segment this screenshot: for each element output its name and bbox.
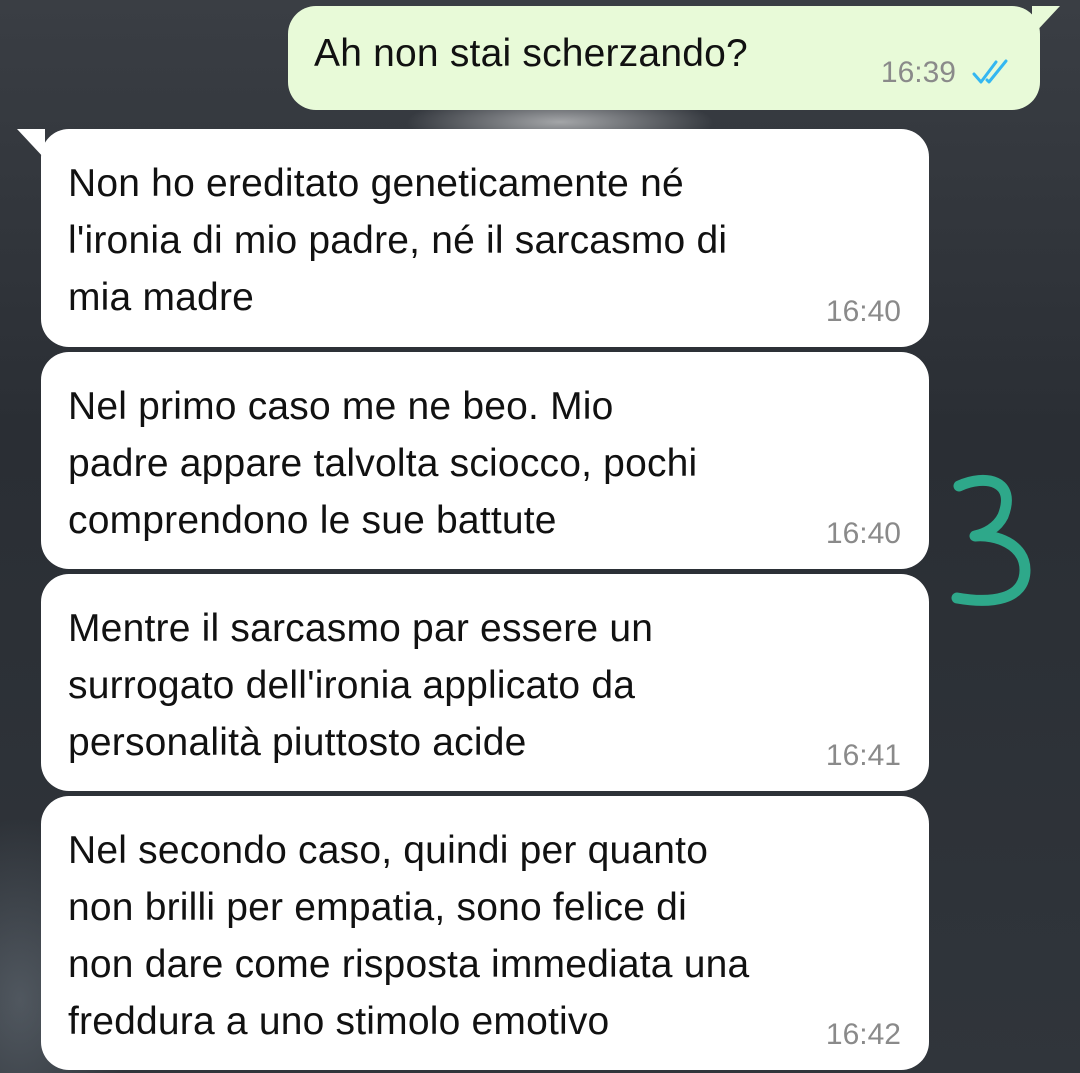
message-text: Nel primo caso me ne beo. Mio padre appa… (68, 385, 698, 542)
message-timestamp: 16:40 (825, 295, 901, 328)
message-text: Non ho ereditato geneticamente né l'iron… (68, 162, 728, 319)
message-timestamp: 16:39 (880, 56, 956, 89)
message-timestamp: 16:42 (825, 1018, 901, 1051)
message-timestamp: 16:40 (825, 517, 901, 550)
handwritten-number-annotation: 3 (951, 474, 1031, 606)
incoming-message-bubble[interactable]: Nel primo caso me ne beo. Mio padre appa… (41, 352, 929, 569)
double-check-read-icon (972, 59, 1008, 84)
incoming-message-bubble[interactable]: Nel secondo caso, quindi per quanto non … (41, 796, 929, 1070)
message-timestamp: 16:41 (825, 739, 901, 772)
outgoing-message-bubble[interactable]: Ah non stai scherzando? 16:39 (288, 6, 1060, 110)
message-text: Nel secondo caso, quindi per quanto non … (68, 829, 750, 1043)
incoming-message-bubble[interactable]: Mentre il sarcasmo par essere un surroga… (41, 574, 929, 791)
message-text: Mentre il sarcasmo par essere un surroga… (68, 607, 654, 764)
incoming-message-bubble[interactable]: Non ho ereditato geneticamente né l'iron… (17, 129, 929, 347)
